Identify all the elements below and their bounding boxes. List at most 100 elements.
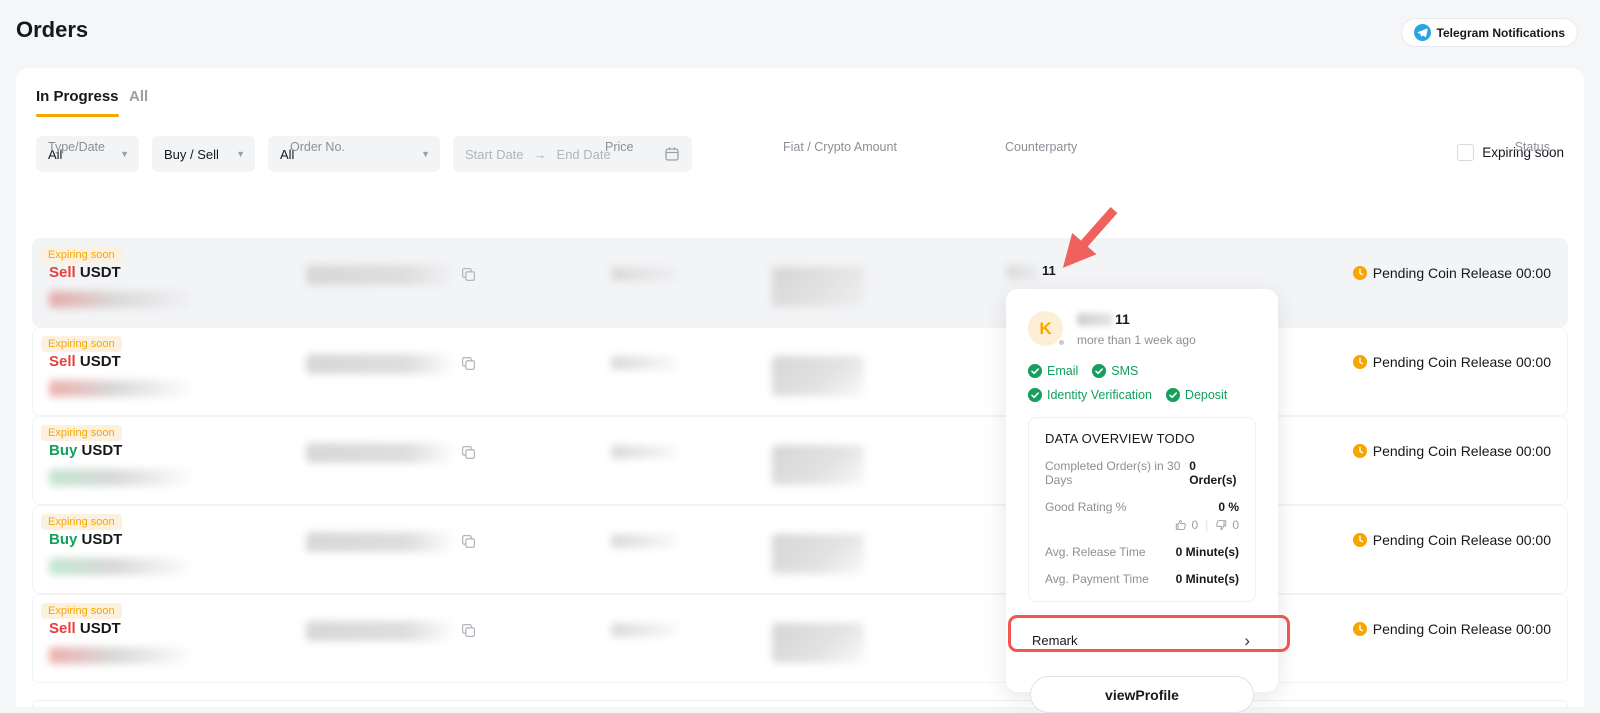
order-side: Buy [49, 531, 77, 548]
order-row[interactable]: Expiring soon Buy USDT Pending Coin Rele… [32, 416, 1568, 505]
tab-in-progress[interactable]: In Progress [36, 88, 119, 105]
col-header-fiat-crypto: Fiat / Crypto Amount [783, 140, 897, 154]
order-row[interactable]: Expiring soon Sell USDT Pending Coin Rel… [32, 594, 1568, 683]
check-circle-icon [1028, 364, 1042, 378]
order-row-partial [32, 700, 1568, 707]
col-header-order-no: Order No. [290, 140, 345, 154]
popup-counterparty-name: 11 [1115, 311, 1130, 327]
verification-badges: Email SMS Identity Verification Deposit [1028, 364, 1256, 402]
order-status: Pending Coin Release 00:00 [1353, 443, 1551, 459]
pending-clock-icon [1353, 622, 1367, 636]
identity-verified-badge: Identity Verification [1028, 388, 1152, 402]
side-filter-dropdown[interactable]: Buy / Sell ▼ [152, 136, 255, 172]
order-asset: USDT [80, 353, 121, 370]
telegram-button-label: Telegram Notifications [1437, 26, 1565, 40]
order-asset: USDT [80, 264, 121, 281]
expiring-soon-badge: Expiring soon [41, 247, 122, 263]
email-verified-badge: Email [1028, 364, 1078, 378]
completed-orders-row: Completed Order(s) in 30 Days 0 Order(s) [1045, 459, 1239, 487]
order-side: Sell [49, 620, 76, 637]
telegram-icon [1414, 24, 1431, 41]
expiring-soon-badge: Expiring soon [41, 336, 122, 352]
avatar-letter: K [1039, 319, 1051, 339]
avg-payment-row: Avg. Payment Time 0 Minute(s) [1045, 572, 1239, 586]
avg-payment-value: 0 Minute(s) [1176, 572, 1239, 586]
expiring-soon-checkbox[interactable] [1457, 144, 1474, 161]
order-asset: USDT [82, 531, 123, 548]
page-title: Orders [16, 17, 88, 43]
thumbs-up-icon [1175, 519, 1187, 531]
status-text: Pending Coin Release 00:00 [1373, 621, 1551, 637]
expiring-soon-badge: Expiring soon [41, 425, 122, 441]
remark-button[interactable]: Remark › [1026, 623, 1258, 657]
expiring-soon-badge: Expiring soon [41, 603, 122, 619]
status-text: Pending Coin Release 00:00 [1373, 443, 1551, 459]
blurred-order-number [306, 443, 452, 463]
order-type: Sell USDT [49, 264, 121, 281]
pending-clock-icon [1353, 355, 1367, 369]
identity-badge-label: Identity Verification [1047, 388, 1152, 402]
blurred-order-date [49, 291, 191, 308]
order-status: Pending Coin Release 00:00 [1353, 532, 1551, 548]
blurred-order-number [306, 354, 452, 374]
order-row[interactable]: Expiring soon Sell USDT Pending Coin Rel… [32, 327, 1568, 416]
data-overview-title: DATA OVERVIEW TODO [1045, 431, 1239, 446]
copy-icon[interactable] [461, 267, 476, 282]
blurred-order-number [306, 621, 452, 641]
copy-icon[interactable] [461, 356, 476, 371]
date-range-arrow-icon: → [534, 147, 547, 162]
counterparty-name[interactable]: 11 [1042, 263, 1056, 278]
copy-icon[interactable] [461, 445, 476, 460]
order-status: Pending Coin Release 00:00 [1353, 265, 1551, 281]
order-side: Sell [49, 264, 76, 281]
order-row[interactable]: Expiring soon Sell USDT 11 Pending Coin … [32, 238, 1568, 327]
blurred-price [611, 623, 677, 637]
blurred-order-date [49, 647, 191, 664]
blurred-fiat-amount [772, 623, 864, 663]
col-header-price: Price [605, 140, 633, 154]
view-profile-button[interactable]: viewProfile [1030, 676, 1254, 713]
copy-icon[interactable] [461, 534, 476, 549]
order-type: Sell USDT [49, 620, 121, 637]
start-date-placeholder: Start Date [465, 147, 524, 162]
remark-label: Remark [1032, 633, 1078, 648]
order-asset: USDT [80, 620, 121, 637]
blurred-order-number [306, 532, 452, 552]
date-range-picker[interactable]: Start Date → End Date [453, 136, 692, 172]
col-header-type-date: Type/Date [48, 140, 105, 154]
order-side: Sell [49, 353, 76, 370]
popup-profile: K 11 more than 1 week ago [1028, 311, 1256, 347]
blurred-price [611, 356, 677, 370]
thumbs-down-icon [1215, 519, 1227, 531]
blurred-fiat-amount [772, 445, 864, 485]
blurred-order-date [49, 558, 191, 575]
order-status: Pending Coin Release 00:00 [1353, 354, 1551, 370]
order-type: Buy USDT [49, 531, 122, 548]
blurred-fiat-amount [772, 356, 864, 396]
view-profile-label: viewProfile [1105, 687, 1179, 703]
order-type: Sell USDT [49, 353, 121, 370]
sms-badge-label: SMS [1111, 364, 1138, 378]
good-rating-label: Good Rating % [1045, 500, 1126, 514]
rating-thumbs-row: 0 | 0 [1045, 518, 1239, 532]
blurred-fiat-amount [772, 534, 864, 574]
order-side: Buy [49, 442, 77, 459]
data-overview-box: DATA OVERVIEW TODO Completed Order(s) in… [1028, 417, 1256, 602]
avg-payment-label: Avg. Payment Time [1045, 572, 1149, 586]
good-rating-value: 0 % [1218, 500, 1239, 514]
status-text: Pending Coin Release 00:00 [1373, 265, 1551, 281]
side-filter-value: Buy / Sell [164, 147, 219, 162]
order-asset: USDT [82, 442, 123, 459]
blurred-counterparty-name-prefix [1077, 313, 1113, 326]
status-text: Pending Coin Release 00:00 [1373, 354, 1551, 370]
copy-icon[interactable] [461, 623, 476, 638]
blurred-fiat-amount [772, 267, 864, 307]
tab-all[interactable]: All [129, 88, 148, 105]
telegram-notifications-button[interactable]: Telegram Notifications [1401, 18, 1578, 47]
blurred-counterparty-prefix [1006, 265, 1038, 279]
avatar[interactable]: K [1028, 311, 1063, 346]
order-row[interactable]: Expiring soon Buy USDT Pending Coin Rele… [32, 505, 1568, 594]
calendar-icon [664, 146, 680, 162]
deposit-badge-label: Deposit [1185, 388, 1227, 402]
completed-orders-label: Completed Order(s) in 30 Days [1045, 459, 1189, 487]
